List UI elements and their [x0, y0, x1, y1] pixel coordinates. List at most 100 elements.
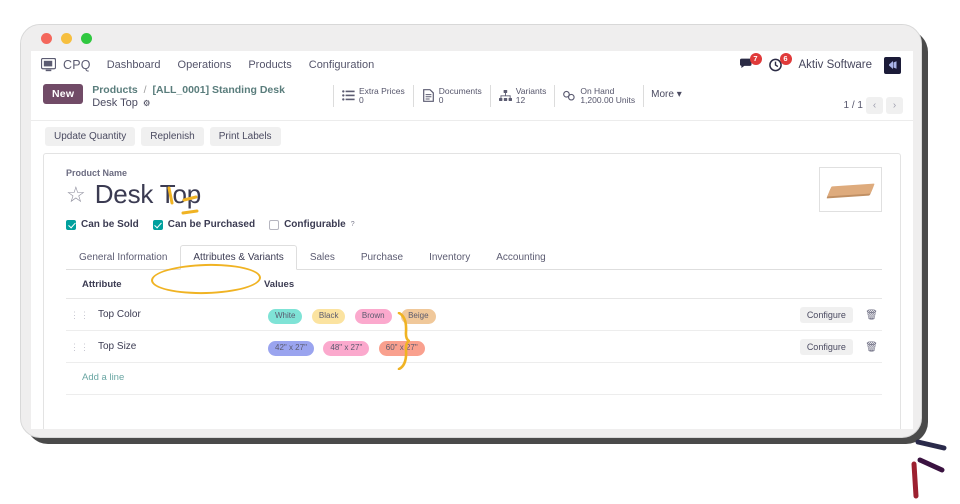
user-menu-label[interactable]: Aktiv Software: [799, 59, 873, 71]
breadcrumb-current: Desk Top: [92, 97, 138, 109]
tab-sales[interactable]: Sales: [297, 245, 348, 270]
stat-button-variants[interactable]: Variants 12: [491, 85, 556, 107]
add-line-row[interactable]: Add a line: [66, 362, 882, 392]
column-header-attribute: Attribute: [66, 270, 264, 299]
avatar[interactable]: [884, 56, 901, 74]
table-row[interactable]: ⋮⋮ Top Color White Black Brown Beige Con…: [66, 298, 882, 331]
stat-value: 0: [358, 94, 364, 105]
attribute-name: Top Size: [94, 330, 264, 363]
stat-label: Documents: [438, 86, 482, 96]
attribute-values: 42" x 27" 48" x 27" 60" x 27": [264, 330, 683, 363]
attributes-table: Attribute Values ⋮⋮ Top Color White Blac…: [66, 270, 882, 392]
more-dropdown-button[interactable]: More ▾: [644, 85, 689, 107]
tab-purchase[interactable]: Purchase: [348, 245, 416, 270]
monitor-icon: [40, 57, 57, 72]
configure-button[interactable]: Configure: [799, 339, 853, 356]
configure-button[interactable]: Configure: [799, 307, 853, 324]
cubes-icon: [563, 89, 576, 102]
top-navbar: CPQ Dashboard Operations Products Config…: [31, 51, 913, 79]
sitemap-icon: [498, 89, 512, 102]
navbar-right: 7 6 Aktiv Software: [739, 52, 906, 74]
breadcrumb-root[interactable]: Products: [92, 84, 138, 96]
screenshot-root: CPQ Dashboard Operations Products Config…: [0, 0, 960, 504]
value-tag[interactable]: Beige: [401, 309, 436, 324]
more-label: More: [651, 89, 674, 100]
checkbox-configurable[interactable]: Configurable ?: [269, 219, 355, 230]
attribute-values: White Black Brown Beige: [264, 298, 683, 331]
window-minimize-button[interactable]: [61, 32, 72, 44]
tab-accounting[interactable]: Accounting: [483, 245, 558, 270]
stat-button-extra-prices[interactable]: Extra Prices 0: [332, 85, 414, 107]
new-button[interactable]: New: [43, 84, 84, 104]
value-tag[interactable]: White: [268, 309, 303, 324]
window-close-button[interactable]: [41, 32, 52, 44]
replenish-button[interactable]: Replenish: [141, 127, 204, 146]
value-tag[interactable]: 60" x 27": [378, 340, 425, 356]
list-icon: [342, 89, 355, 102]
breadcrumb-parent[interactable]: [ALL_0001] Standing Desk: [152, 84, 284, 96]
pager-text: 1 / 1: [843, 100, 863, 111]
tab-general-information[interactable]: General Information: [66, 245, 180, 270]
pager-next-button[interactable]: ›: [886, 97, 903, 114]
annotation-pin: [911, 439, 947, 499]
navbar-menu: Dashboard Operations Products Configurat…: [107, 59, 375, 71]
trash-icon[interactable]: 🗑: [865, 310, 878, 321]
checkbox-box[interactable]: [152, 219, 163, 230]
checkbox-label: Can be Purchased: [167, 219, 256, 230]
stat-button-documents[interactable]: Documents 0: [414, 85, 491, 107]
stat-button-bar: Extra Prices 0 Documents 0 Variants 12 O…: [332, 85, 689, 107]
stat-button-on-hand[interactable]: On Hand 1,200.00 Units: [555, 85, 645, 107]
window-titlebar: [21, 25, 921, 51]
value-tag[interactable]: Black: [311, 309, 346, 324]
add-a-line-button[interactable]: Add a line: [66, 363, 882, 392]
page-title: Desk Top: [94, 179, 202, 209]
checkbox-can-be-sold[interactable]: Can be Sold: [66, 219, 139, 230]
help-icon[interactable]: ?: [351, 221, 355, 228]
activities-button[interactable]: 6: [768, 52, 792, 73]
star-icon[interactable]: ☆: [66, 183, 86, 206]
drag-handle-icon[interactable]: ⋮⋮: [70, 310, 90, 320]
column-header-actions: [682, 270, 882, 299]
table-header-row: Attribute Values: [66, 270, 882, 299]
trash-icon[interactable]: 🗑: [865, 342, 878, 353]
window-maximize-button[interactable]: [81, 32, 92, 44]
control-panel: New Products / [ALL_0001] Standing Desk …: [31, 79, 913, 120]
value-tag[interactable]: Brown: [354, 309, 392, 324]
value-tag[interactable]: 48" x 27": [323, 340, 370, 356]
pager-previous-button[interactable]: ‹: [866, 97, 883, 114]
gear-icon[interactable]: ⚙: [143, 98, 151, 109]
app-brand[interactable]: CPQ: [40, 57, 91, 72]
attributes-table-body: ⋮⋮ Top Color White Black Brown Beige Con…: [66, 298, 882, 392]
checkbox-can-be-purchased[interactable]: Can be Purchased: [152, 219, 256, 230]
stat-value: 0: [438, 94, 444, 105]
drag-handle-icon[interactable]: ⋮⋮: [70, 342, 90, 352]
messages-button[interactable]: 7: [739, 52, 762, 73]
activities-badge-count: 6: [779, 52, 792, 65]
messages-badge-count: 7: [749, 52, 762, 65]
nav-item-dashboard[interactable]: Dashboard: [107, 59, 161, 71]
product-title-row: ☆ Desk Top: [66, 179, 882, 210]
tab-inventory[interactable]: Inventory: [416, 245, 483, 270]
column-header-values: Values: [264, 270, 683, 299]
app-viewport: CPQ Dashboard Operations Products Config…: [31, 51, 913, 429]
update-quantity-button[interactable]: Update Quantity: [45, 127, 136, 146]
product-flags: Can be Sold Can be Purchased Configurabl…: [66, 219, 882, 230]
checkbox-label: Can be Sold: [81, 219, 139, 230]
attribute-name: Top Color: [94, 298, 264, 331]
stat-value: 1,200.00 Units: [580, 94, 636, 105]
checkbox-box[interactable]: [66, 219, 76, 230]
nav-item-configuration[interactable]: Configuration: [309, 59, 374, 71]
notebook-tabs: General Information Attributes & Variant…: [66, 244, 882, 270]
breadcrumb: Products / [ALL_0001] Standing Desk Desk…: [92, 83, 285, 109]
print-labels-button[interactable]: Print Labels: [209, 127, 281, 146]
pager: 1 / 1 ‹ ›: [844, 83, 905, 114]
value-tag[interactable]: 42" x 27": [268, 340, 314, 356]
stat-label: Extra Prices: [358, 86, 405, 96]
product-name-label: Product Name: [66, 168, 128, 178]
tab-attributes-variants[interactable]: Attributes & Variants: [180, 245, 297, 270]
checkbox-box[interactable]: [269, 219, 280, 230]
nav-item-operations[interactable]: Operations: [178, 59, 232, 71]
nav-item-products[interactable]: Products: [248, 59, 291, 71]
table-row[interactable]: ⋮⋮ Top Size 42" x 27" 48" x 27" 60" x 27…: [66, 330, 882, 363]
app-window: CPQ Dashboard Operations Products Config…: [20, 24, 922, 438]
